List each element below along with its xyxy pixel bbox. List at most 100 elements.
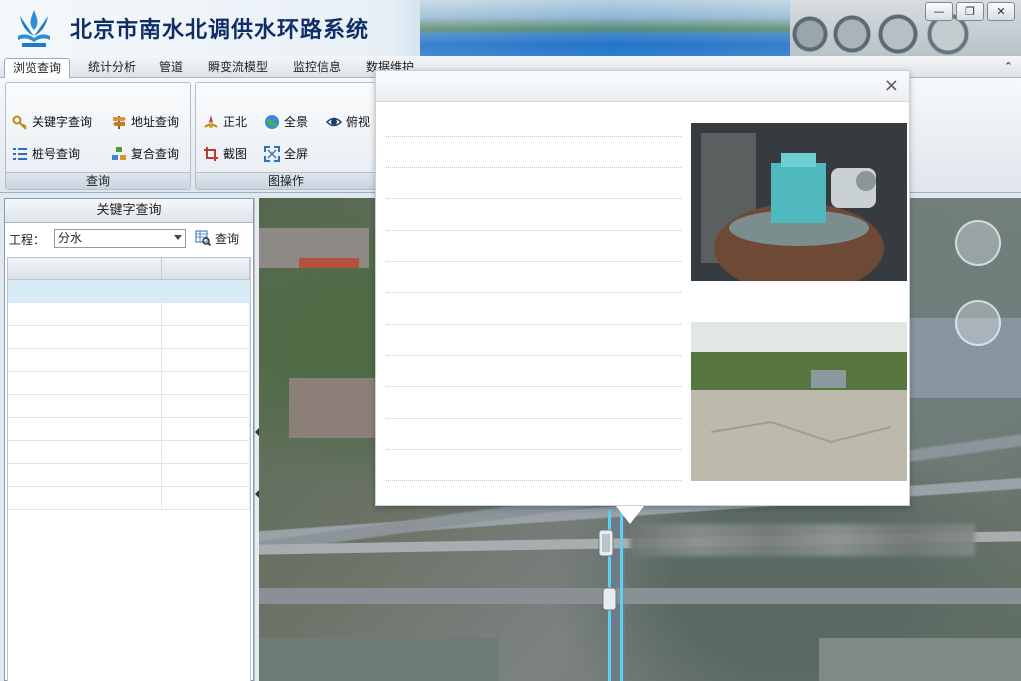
popup-field (386, 391, 681, 419)
cell-outlet-name (8, 441, 162, 463)
eye-icon (326, 117, 342, 127)
cell-outlet-name (8, 303, 162, 325)
app-title: 北京市南水北调供水环路系统 (70, 18, 370, 43)
zoom-control-icon[interactable] (955, 300, 1001, 346)
panorama-label: 全景 (284, 115, 309, 129)
water-logo-icon (18, 10, 50, 47)
popup-pointer (616, 506, 644, 524)
cell-stake-number (162, 372, 250, 394)
query-button[interactable]: 查询 (195, 228, 239, 248)
popup-field (386, 203, 681, 231)
cell-outlet-name (8, 418, 162, 440)
table-row[interactable] (8, 280, 250, 303)
popup-field (386, 453, 681, 481)
fullscreen-button[interactable]: 全屏 (264, 143, 308, 165)
popup-field (386, 171, 681, 199)
keyword-query-label: 关键字查询 (32, 115, 93, 129)
site-photo-image (691, 322, 907, 481)
column-header-name[interactable] (8, 258, 162, 279)
pipe-node-marker-icon[interactable] (600, 586, 620, 612)
table-row[interactable] (8, 303, 250, 326)
cell-stake-number (162, 418, 250, 440)
close-button[interactable]: ✕ (987, 2, 1015, 21)
table-row[interactable] (8, 418, 250, 441)
map-block (819, 638, 1021, 681)
cell-stake-number (162, 326, 250, 348)
cell-stake-number (162, 441, 250, 463)
outlet-marker-icon[interactable] (597, 526, 617, 560)
cell-stake-number (162, 487, 250, 509)
tab-statistics[interactable]: 统计分析 (80, 58, 144, 78)
chevron-down-icon (174, 235, 182, 240)
stake-query-button[interactable]: 桩号查询 (12, 143, 80, 165)
panel-title: 关键字查询 (5, 199, 253, 223)
project-select-value: 分水 (58, 231, 83, 245)
table-row[interactable] (8, 487, 250, 510)
table-row[interactable] (8, 349, 250, 372)
minimize-button[interactable]: — (925, 2, 953, 21)
cell-outlet-name (8, 349, 162, 371)
popup-field (386, 140, 681, 168)
top-view-label: 俯视 (346, 115, 371, 129)
table-row[interactable] (8, 395, 250, 418)
cell-outlet-name (8, 395, 162, 417)
popup-field (386, 297, 681, 325)
column-header-stake[interactable] (162, 258, 250, 279)
north-up-button[interactable]: 正北 (203, 111, 247, 133)
table-row[interactable] (8, 464, 250, 487)
cell-outlet-name (8, 326, 162, 348)
cell-outlet-name (8, 464, 162, 486)
map-navigation-control[interactable] (955, 220, 1005, 350)
banner-landscape-image (420, 0, 800, 56)
popup-field (386, 109, 681, 137)
tab-monitoring[interactable]: 监控信息 (285, 58, 349, 78)
signpost-icon (113, 116, 126, 129)
popup-field (386, 328, 681, 356)
compound-query-button[interactable]: 复合查询 (111, 143, 179, 165)
cell-stake-number (162, 395, 250, 417)
site-photo[interactable] (691, 322, 907, 481)
valve-photo-image (691, 123, 907, 281)
restore-button[interactable]: ❐ (956, 2, 984, 21)
cell-stake-number (162, 349, 250, 371)
tab-browse-query[interactable]: 浏览查询 (4, 58, 71, 79)
tab-transient-model[interactable]: 瞬变流模型 (200, 58, 276, 78)
globe-icon (265, 115, 279, 129)
popup-field (386, 422, 681, 450)
address-query-label: 地址查询 (131, 115, 180, 129)
cell-stake-number (162, 303, 250, 325)
north-up-label: 正北 (223, 115, 248, 129)
popup-title (376, 71, 909, 102)
compound-query-label: 复合查询 (131, 147, 180, 161)
address-query-button[interactable]: 地址查询 (111, 111, 179, 133)
popup-field (386, 234, 681, 262)
query-group-caption: 查询 (6, 172, 190, 189)
fullscreen-label: 全屏 (284, 147, 309, 161)
panorama-button[interactable]: 全景 (264, 111, 308, 133)
valve-photo[interactable] (691, 123, 907, 281)
crop-icon (204, 147, 218, 161)
map-road (259, 588, 1021, 604)
close-icon[interactable]: × (884, 75, 899, 97)
map-block (259, 638, 499, 681)
outlet-info-popup: × (375, 70, 910, 524)
table-row[interactable] (8, 326, 250, 349)
compass-icon (204, 115, 218, 128)
top-view-button[interactable]: 俯视 (326, 111, 370, 133)
pan-control-icon[interactable] (955, 220, 1001, 266)
screenshot-button[interactable]: 截图 (203, 143, 247, 165)
keyword-query-button[interactable]: 关键字查询 (12, 111, 92, 133)
map-operation-caption: 图操作 (196, 172, 376, 189)
collapse-ribbon-icon[interactable]: ⌃ (1004, 60, 1013, 73)
list-icon (13, 148, 27, 160)
query-group: 关键字查询 地址查询 桩号查询 复合查询 查询 (5, 82, 191, 190)
table-row[interactable] (8, 372, 250, 395)
project-select[interactable]: 分水 (54, 229, 186, 248)
result-table (7, 257, 251, 681)
stake-query-label: 桩号查询 (32, 147, 81, 161)
search-table-icon (195, 230, 211, 246)
tab-pipeline[interactable]: 管道 (151, 58, 191, 78)
table-row[interactable] (8, 441, 250, 464)
cell-stake-number (162, 464, 250, 486)
map-label-blurred (630, 524, 975, 556)
